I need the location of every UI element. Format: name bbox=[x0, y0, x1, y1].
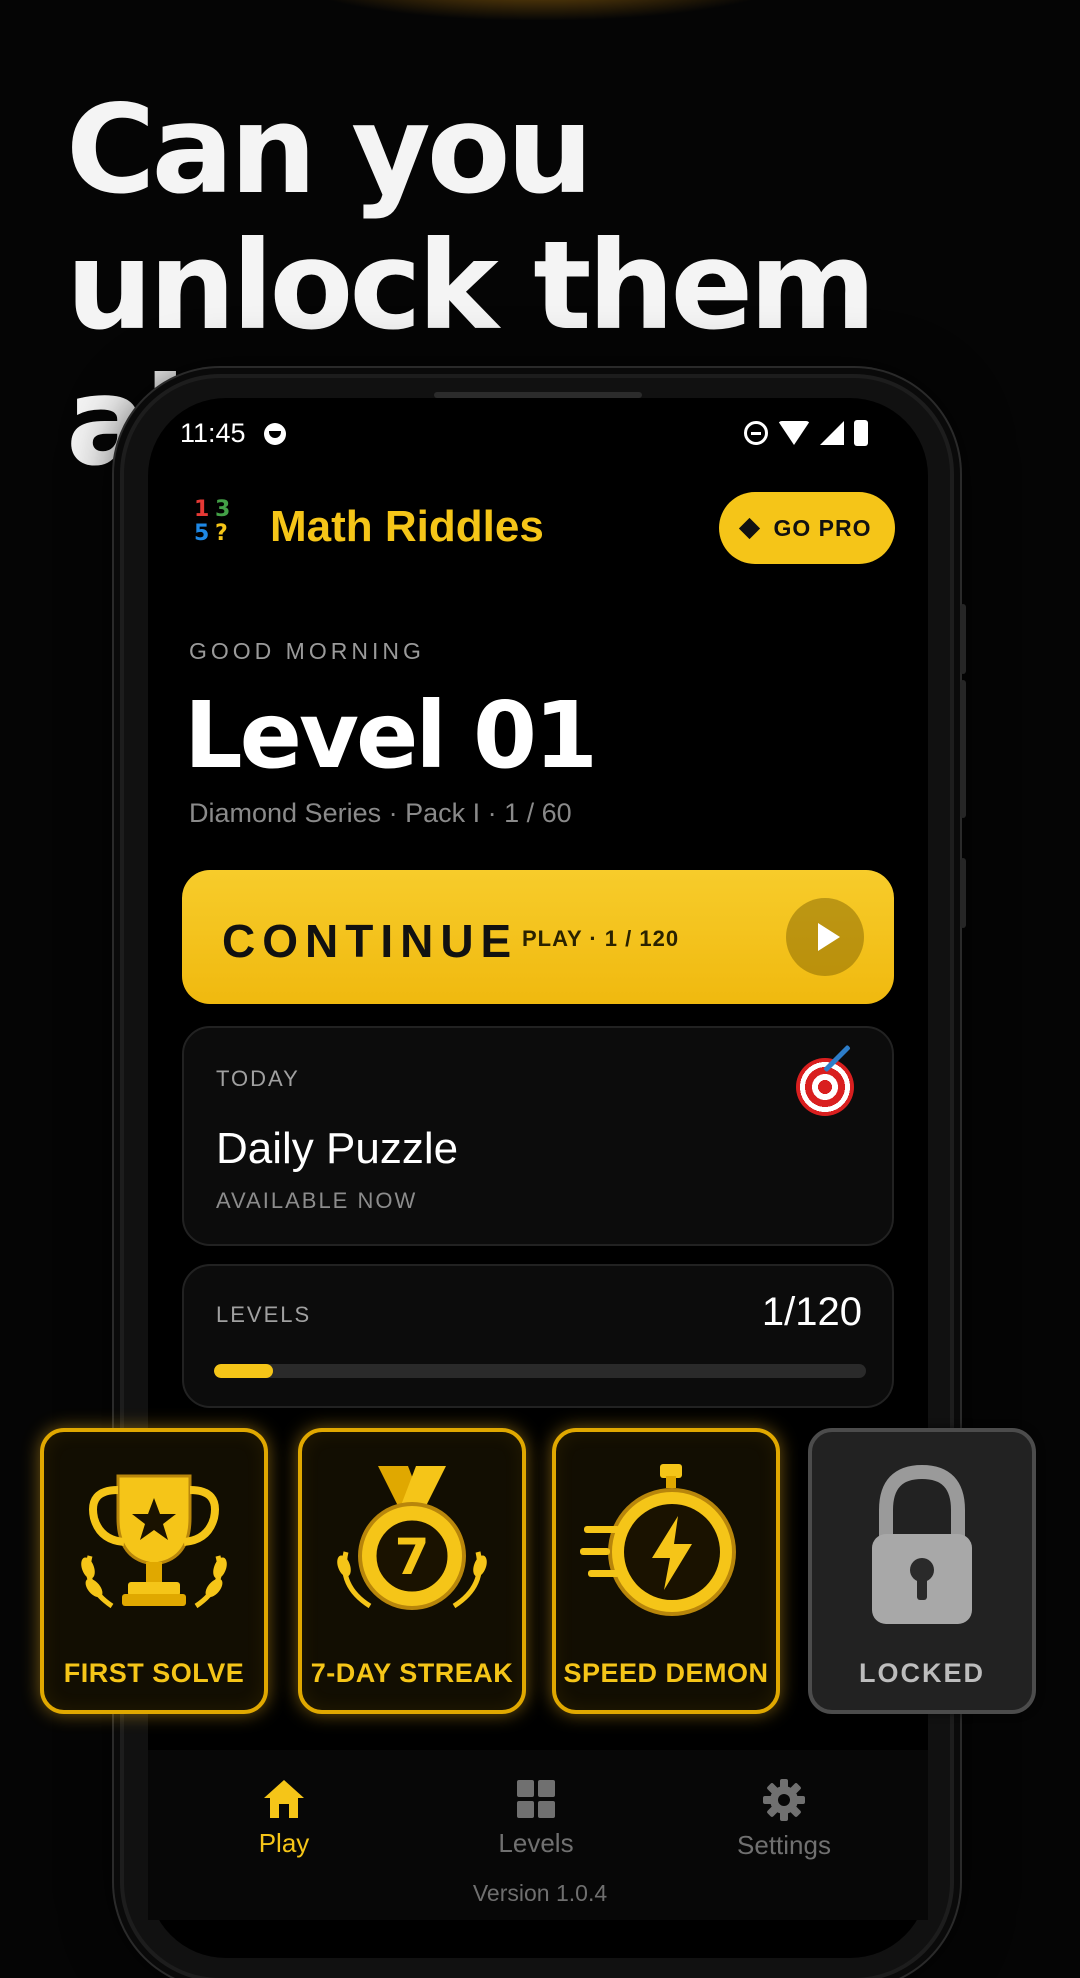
wifi-icon bbox=[778, 421, 810, 445]
level-title: Level 01 bbox=[184, 682, 598, 789]
badge-label: FIRST SOLVE bbox=[63, 1658, 245, 1688]
daily-subtitle: AVAILABLE NOW bbox=[216, 1188, 418, 1213]
gear-icon bbox=[763, 1779, 805, 1821]
nav-item-settings[interactable]: Settings bbox=[684, 1778, 884, 1861]
nav-label: Settings bbox=[737, 1830, 831, 1860]
padlock-icon bbox=[872, 1464, 972, 1624]
nav-label: Levels bbox=[498, 1828, 574, 1858]
nav-item-play[interactable]: Play bbox=[184, 1778, 384, 1859]
play-icon bbox=[786, 898, 864, 976]
nav-item-levels[interactable]: Levels bbox=[436, 1778, 636, 1859]
trophy-icon bbox=[81, 1474, 227, 1609]
grid-icon bbox=[517, 1780, 555, 1818]
diamond-icon bbox=[739, 517, 761, 539]
continue-progress: PLAY · 1 / 120 bbox=[522, 926, 680, 951]
top-glow bbox=[290, 0, 790, 20]
badge-first-solve[interactable]: FIRST SOLVE bbox=[40, 1428, 268, 1714]
series-info: Diamond Series · Pack I · 1 / 60 bbox=[189, 798, 572, 828]
logo-digit: 5 bbox=[194, 521, 210, 546]
continue-button[interactable]: CONTINUE PLAY · 1 / 120 bbox=[182, 870, 894, 1004]
phone-speaker bbox=[434, 392, 642, 398]
badge-label: 7-DAY STREAK bbox=[310, 1658, 514, 1688]
continue-label: CONTINUE bbox=[222, 915, 519, 967]
home-icon bbox=[264, 1780, 304, 1818]
levels-card[interactable]: LEVELS 1/120 bbox=[182, 1264, 894, 1408]
medal-icon: 7 bbox=[337, 1466, 487, 1610]
app-logo: 13 5? bbox=[194, 498, 240, 546]
do-not-disturb-icon bbox=[744, 421, 768, 445]
go-pro-label: GO PRO bbox=[773, 514, 872, 541]
levels-count: 1/120 bbox=[761, 1290, 862, 1334]
battery-icon bbox=[854, 420, 868, 446]
app-title: Math Riddles bbox=[270, 502, 544, 551]
greeting: GOOD MORNING bbox=[189, 638, 425, 664]
badge-locked[interactable]: LOCKED bbox=[808, 1428, 1036, 1714]
notification-icon bbox=[264, 423, 286, 445]
stopwatch-icon bbox=[580, 1464, 736, 1616]
logo-digit: 3 bbox=[215, 497, 231, 522]
medal-number: 7 bbox=[395, 1528, 430, 1586]
status-time: 11:45 bbox=[180, 418, 246, 448]
version-label: Version 1.0.4 bbox=[472, 1880, 608, 1906]
badge-7-day-streak[interactable]: 7 7-DAY STREAK bbox=[298, 1428, 526, 1714]
phone-side-button bbox=[960, 680, 966, 818]
signal-icon bbox=[820, 421, 844, 445]
badge-label: SPEED DEMON bbox=[563, 1658, 769, 1688]
levels-progress-fill bbox=[214, 1364, 273, 1378]
badge-speed-demon[interactable]: SPEED DEMON bbox=[552, 1428, 780, 1714]
daily-title: Daily Puzzle bbox=[216, 1124, 459, 1173]
phone-side-button bbox=[960, 604, 966, 674]
daily-tag: TODAY bbox=[216, 1066, 300, 1091]
badge-label: LOCKED bbox=[859, 1658, 985, 1688]
nav-label: Play bbox=[258, 1828, 310, 1858]
logo-digit: 1 bbox=[194, 497, 210, 522]
daily-puzzle-card[interactable]: TODAY Daily Puzzle AVAILABLE NOW bbox=[182, 1026, 894, 1246]
levels-progress-track bbox=[214, 1364, 866, 1378]
headline-line-1: Can you bbox=[66, 79, 593, 221]
go-pro-button[interactable]: GO PRO bbox=[719, 492, 895, 564]
phone-side-button bbox=[960, 858, 966, 928]
status-icons bbox=[744, 420, 868, 446]
logo-digit: ? bbox=[215, 521, 228, 546]
levels-tag: LEVELS bbox=[216, 1302, 312, 1327]
